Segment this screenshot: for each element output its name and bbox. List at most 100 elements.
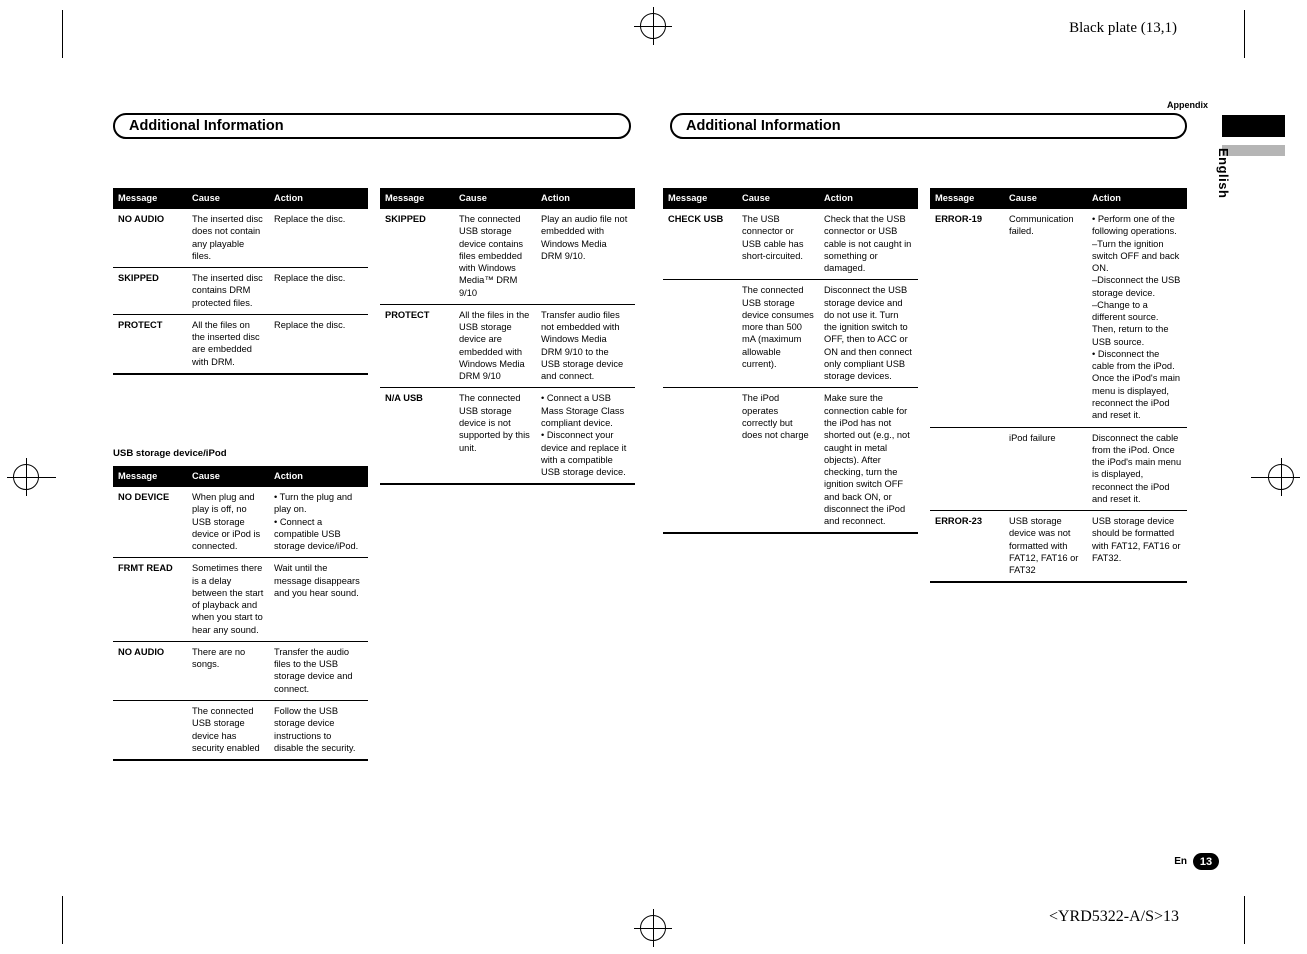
cell-message: N/A USB [380,387,454,486]
cell-action: Replace the disc. [269,209,368,269]
cell-cause: The inserted disc contains DRM protected… [187,267,269,315]
table-header-row: Message Cause Action [930,188,1187,209]
cell-action: Make sure the connection cable for the i… [819,387,918,535]
cell-message: FRMT READ [113,557,187,642]
cell-action: Follow the USB storage device instructio… [269,700,368,762]
table-row: iPod failure Disconnect the cable from t… [930,427,1187,512]
cell-cause: There are no songs. [187,641,269,701]
table-row: The connected USB storage device consume… [663,279,918,389]
appendix-label: Appendix [1166,100,1208,110]
cell-cause: Sometimes there is a delay between the s… [187,557,269,642]
table-row: ERROR-23 USB storage device was not form… [930,510,1187,584]
col-message: Message [113,188,187,209]
table-row: NO AUDIO There are no songs. Transfer th… [113,641,368,701]
cell-message [663,279,737,389]
cell-cause: When plug and play is off, no USB storag… [187,487,269,559]
crop-mark-top-left [62,10,63,58]
table-row: FRMT READ Sometimes there is a delay bet… [113,557,368,642]
page-lang-label: En [1174,856,1187,867]
error-table-1: Message Cause Action NO AUDIO The insert… [113,188,368,375]
cell-action: Disconnect the cable from the iPod. Once… [1087,427,1187,512]
col-message: Message [663,188,737,209]
right-section-title: Additional Information [670,113,1187,139]
cell-cause: The connected USB storage device is not … [454,387,536,486]
cell-message: PROTECT [380,304,454,389]
table-row: NO AUDIO The inserted disc does not cont… [113,209,368,269]
cell-action: • Turn the plug and play on. • Connect a… [269,487,368,559]
registration-mark-top [634,7,672,45]
cell-action: Play an audio file not embedded with Win… [536,209,635,305]
col-message: Message [930,188,1004,209]
col-action: Action [269,466,368,487]
col-message: Message [380,188,454,209]
col-action: Action [819,188,918,209]
right-section-title-text: Additional Information [686,118,841,134]
cell-cause: All the files in the USB storage device … [454,304,536,389]
black-plate-label: Black plate (13,1) [1069,20,1177,36]
cell-cause: The inserted disc does not contain any p… [187,209,269,269]
table-row: SKIPPED The inserted disc contains DRM p… [113,267,368,315]
cell-action: Check that the USB connector or USB cabl… [819,209,918,281]
cell-action: Wait until the message disappears and yo… [269,557,368,642]
cell-message: NO DEVICE [113,487,187,559]
col-action: Action [269,188,368,209]
cell-message: ERROR-23 [930,510,1004,584]
cell-action: Replace the disc. [269,267,368,315]
table-header-row: Message Cause Action [663,188,918,209]
cell-cause: The connected USB storage device consume… [737,279,819,389]
cell-message: SKIPPED [113,267,187,315]
table-row: The connected USB storage device has sec… [113,700,368,762]
cell-message: CHECK USB [663,209,737,281]
error-table-5: Message Cause Action ERROR-19 Communicat… [930,188,1187,584]
error-table-2: Message Cause Action NO DEVICE When plug… [113,466,368,762]
crop-mark-bottom-right [1244,896,1245,944]
table-row: SKIPPED The connected USB storage device… [380,209,635,305]
footer-document-code: <YRD5322-A/S>13 [1048,908,1179,925]
table-row: PROTECT All the files on the inserted di… [113,314,368,375]
cell-message: NO AUDIO [113,209,187,269]
col-message: Message [113,466,187,487]
col-action: Action [536,188,635,209]
cell-action: Disconnect the USB storage device and do… [819,279,918,389]
registration-mark-left [7,458,45,496]
usb-subhead: USB storage device/iPod [113,448,227,459]
col-cause: Cause [187,188,269,209]
cell-message [930,427,1004,512]
left-section-title: Additional Information [113,113,631,139]
cell-cause: The iPod operates correctly but does not… [737,387,819,535]
registration-mark-right [1262,458,1300,496]
cell-cause: The USB connector or USB cable has short… [737,209,819,281]
cell-action: Replace the disc. [269,314,368,375]
cell-action: • Perform one of the following operation… [1087,209,1187,428]
cell-message: PROTECT [113,314,187,375]
side-tab-black [1222,115,1285,137]
cell-cause: Communication failed. [1004,209,1087,428]
cell-message [113,700,187,762]
col-cause: Cause [737,188,819,209]
table-row: N/A USB The connected USB storage device… [380,387,635,486]
cell-cause: All the files on the inserted disc are e… [187,314,269,375]
table-row: ERROR-19 Communication failed. • Perform… [930,209,1187,428]
cell-action: USB storage device should be formatted w… [1087,510,1187,584]
col-cause: Cause [1004,188,1087,209]
cell-action: Transfer audio files not embedded with W… [536,304,635,389]
cell-cause: The connected USB storage device contain… [454,209,536,305]
cell-message: ERROR-19 [930,209,1004,428]
registration-mark-bottom [634,909,672,947]
side-tab-grey [1222,145,1285,156]
cell-action: Transfer the audio files to the USB stor… [269,641,368,701]
table-row: CHECK USB The USB connector or USB cable… [663,209,918,281]
cell-action: • Connect a USB Mass Storage Class compl… [536,387,635,486]
cell-message [663,387,737,535]
cell-message: SKIPPED [380,209,454,305]
error-table-3: Message Cause Action SKIPPED The connect… [380,188,635,486]
table-header-row: Message Cause Action [113,188,368,209]
crop-mark-top-right [1244,10,1245,58]
page-number-group: En 13 [1174,853,1219,870]
col-action: Action [1087,188,1187,209]
table-row: PROTECT All the files in the USB storage… [380,304,635,389]
crop-mark-bottom-left [62,896,63,944]
left-section-title-text: Additional Information [129,118,284,134]
table-header-row: Message Cause Action [113,466,368,487]
col-cause: Cause [454,188,536,209]
